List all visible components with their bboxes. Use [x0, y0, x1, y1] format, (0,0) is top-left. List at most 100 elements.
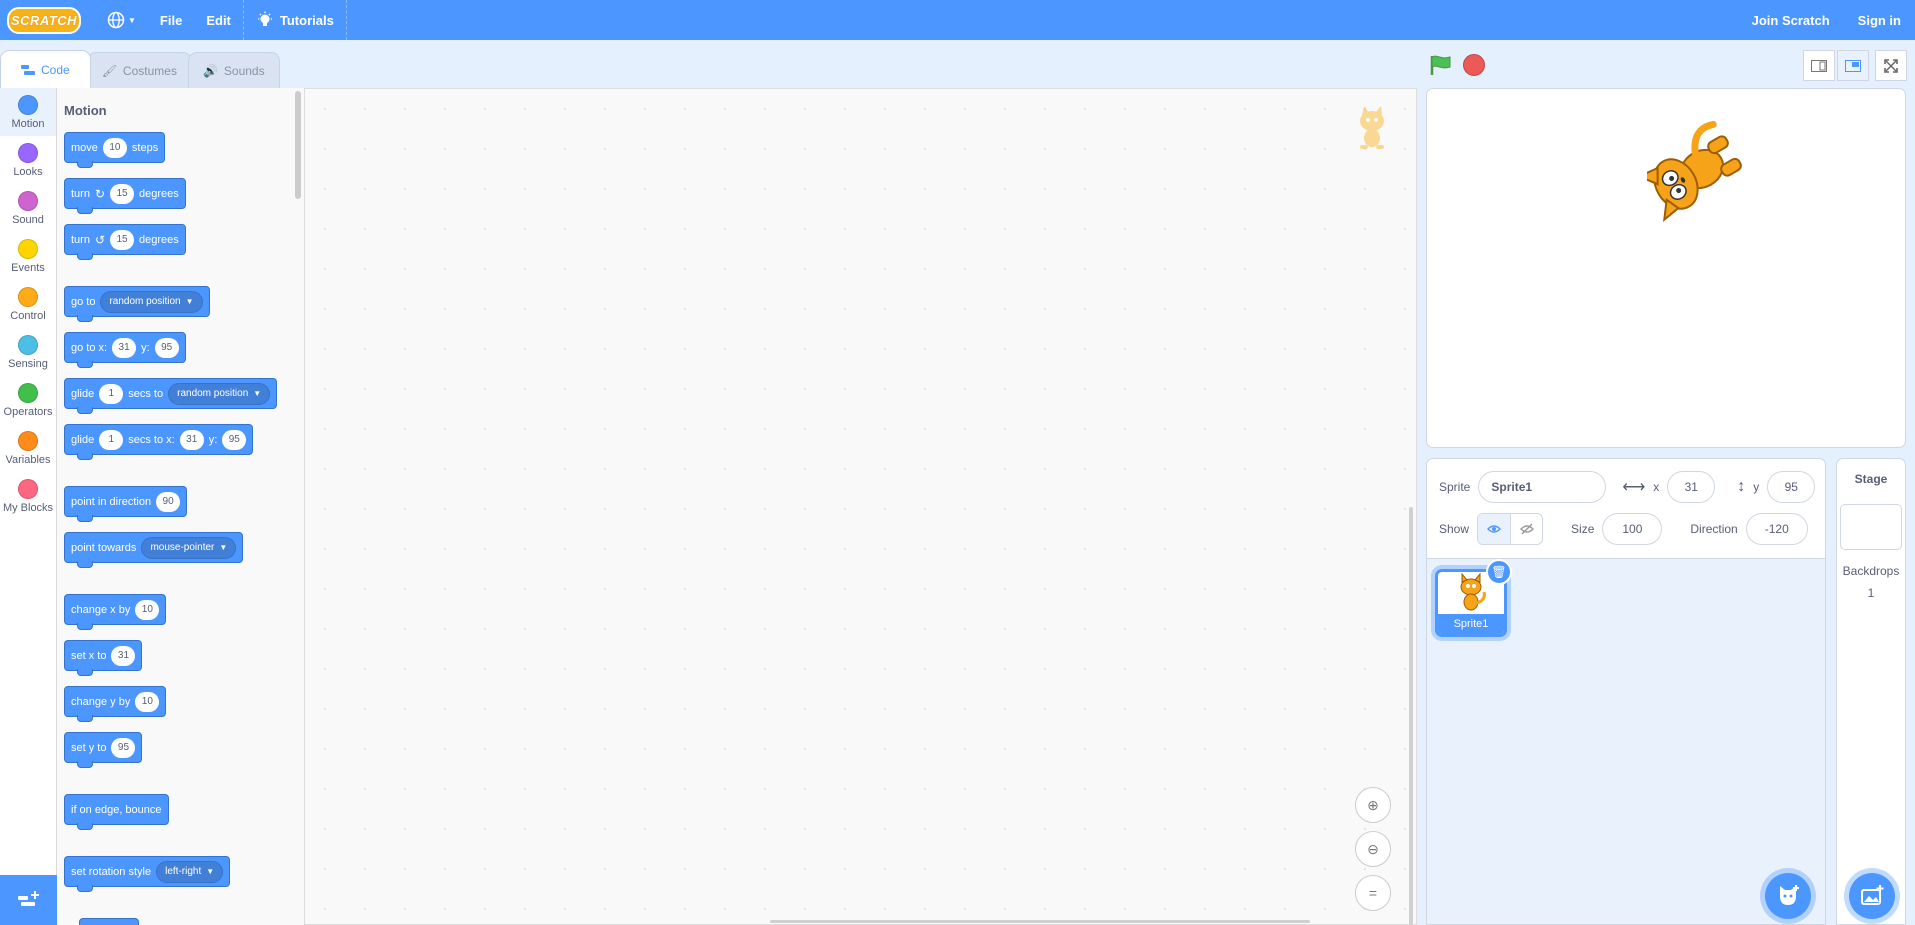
language-menu[interactable]: ▼: [95, 0, 148, 40]
category-motion[interactable]: Motion: [0, 88, 56, 136]
glide-to-xy-block[interactable]: glide 1 secs to x: 31 y: 95: [64, 424, 254, 460]
normal-stage-button[interactable]: [1837, 50, 1869, 81]
eye-slash-icon: [1519, 523, 1534, 535]
degrees-input[interactable]: 15: [110, 183, 135, 204]
block-text: steps: [131, 141, 159, 154]
change-y-input[interactable]: 10: [135, 691, 160, 712]
block-text: go to: [71, 295, 96, 308]
cat-sprite[interactable]: [1647, 111, 1757, 227]
stage-thumbnail[interactable]: [1840, 504, 1902, 550]
bounce-block[interactable]: if on edge, bounce: [64, 794, 169, 830]
block-text: point in direction: [71, 495, 152, 508]
stage-canvas[interactable]: [1426, 88, 1906, 448]
set-y-block[interactable]: set y to 95: [64, 732, 143, 768]
target-dropdown[interactable]: random position ▼: [100, 290, 203, 313]
go-to-block[interactable]: go to random position ▼: [64, 286, 210, 322]
secs-input[interactable]: 1: [99, 429, 124, 450]
delete-sprite-button[interactable]: 🗑: [1486, 559, 1512, 585]
rotate-right-icon: ↻: [94, 186, 106, 201]
choose-sprite-button[interactable]: [1765, 873, 1811, 919]
fullscreen-icon: [1884, 58, 1898, 73]
block-text: change y by: [71, 695, 131, 708]
fullscreen-button[interactable]: [1875, 50, 1907, 81]
y-input[interactable]: 95: [222, 429, 247, 450]
tutorials-button[interactable]: Tutorials: [244, 0, 346, 40]
file-menu[interactable]: File: [148, 0, 194, 40]
eye-icon: [1487, 525, 1502, 533]
visibility-toggle: [1477, 513, 1544, 545]
tab-code[interactable]: Code: [0, 50, 91, 88]
steps-input[interactable]: 10: [102, 137, 127, 158]
category-sound[interactable]: Sound: [0, 184, 56, 232]
category-events[interactable]: Events: [0, 232, 56, 280]
dropdown-value: random position: [109, 296, 181, 307]
block-text: secs to: [128, 387, 164, 400]
towards-dropdown[interactable]: mouse-pointer ▼: [141, 536, 237, 559]
tab-sounds[interactable]: 🔊 Sounds: [187, 52, 280, 88]
motion-category-dot: [18, 94, 38, 115]
zoom-reset-button[interactable]: =: [1355, 875, 1391, 911]
stage-target-pane[interactable]: Stage Backdrops 1: [1836, 458, 1906, 925]
trash-icon: 🗑: [1491, 565, 1507, 579]
category-label: Sensing: [8, 357, 48, 370]
show-sprite-button[interactable]: [1478, 514, 1511, 544]
edit-menu[interactable]: Edit: [194, 0, 243, 40]
chevron-down-icon: ▼: [219, 543, 228, 552]
x-position-field[interactable]: 31: [1667, 471, 1716, 503]
turn-left-block[interactable]: turn ↺ 15 degrees: [64, 224, 186, 260]
add-backdrop-icon: [1861, 885, 1884, 905]
set-x-block[interactable]: set x to 31: [64, 640, 143, 676]
category-label: Events: [11, 261, 45, 274]
category-my-blocks[interactable]: My Blocks: [0, 472, 56, 520]
sign-in-link[interactable]: Sign in: [1844, 0, 1915, 40]
events-category-dot: [18, 238, 38, 259]
move-steps-block[interactable]: move 10 steps: [64, 132, 166, 168]
tab-costumes[interactable]: 🖌 Costumes: [86, 52, 192, 88]
hide-sprite-button[interactable]: [1510, 514, 1542, 544]
zoom-in-button[interactable]: ⊕: [1355, 787, 1391, 823]
size-field[interactable]: 100: [1602, 513, 1663, 545]
glide-to-block[interactable]: glide 1 secs to random position ▼: [64, 378, 278, 414]
stop-button[interactable]: [1463, 54, 1485, 76]
x-input[interactable]: 31: [179, 429, 204, 450]
category-sensing[interactable]: Sensing: [0, 328, 56, 376]
direction-field[interactable]: -120: [1745, 513, 1808, 545]
go-to-xy-block[interactable]: go to x: 31 y: 95: [64, 332, 186, 368]
x-input[interactable]: 31: [112, 337, 137, 358]
zoom-out-button[interactable]: ⊖: [1355, 831, 1391, 867]
partial-block[interactable]: [79, 918, 139, 925]
scratch-logo[interactable]: SCRATCH: [7, 6, 81, 34]
choose-backdrop-button[interactable]: [1849, 873, 1895, 919]
turn-right-block[interactable]: turn ↻ 15 degrees: [64, 178, 186, 214]
palette-scrollbar[interactable]: [295, 91, 301, 199]
join-scratch-link[interactable]: Join Scratch: [1738, 0, 1844, 40]
target-dropdown[interactable]: random position ▼: [168, 382, 271, 405]
workspace-vertical-scrollbar[interactable]: [1409, 507, 1413, 925]
sprite-name-field[interactable]: Sprite1: [1478, 471, 1607, 503]
change-y-block[interactable]: change y by 10: [64, 686, 167, 722]
block-text: move: [71, 141, 98, 154]
set-rotation-style-block[interactable]: set rotation style left-right ▼: [64, 856, 231, 892]
category-variables[interactable]: Variables: [0, 424, 56, 472]
change-x-block[interactable]: change x by 10: [64, 594, 167, 630]
rotation-style-dropdown[interactable]: left-right ▼: [156, 860, 224, 883]
degrees-input[interactable]: 15: [110, 229, 135, 250]
category-looks[interactable]: Looks: [0, 136, 56, 184]
change-x-input[interactable]: 10: [135, 599, 160, 620]
green-flag-icon[interactable]: [1428, 54, 1454, 76]
point-in-direction-block[interactable]: point in direction 90: [64, 486, 188, 522]
y-position-field[interactable]: 95: [1767, 471, 1816, 503]
workspace-horizontal-scrollbar[interactable]: [770, 920, 1310, 923]
y-input[interactable]: 95: [154, 337, 179, 358]
add-extension-button[interactable]: [0, 875, 57, 925]
script-workspace[interactable]: ⊕ ⊖ =: [305, 88, 1417, 925]
dropdown-value: mouse-pointer: [150, 542, 215, 553]
small-stage-button[interactable]: [1803, 50, 1835, 81]
secs-input[interactable]: 1: [99, 383, 124, 404]
set-x-input[interactable]: 31: [111, 645, 136, 666]
point-towards-block[interactable]: point towards mouse-pointer ▼: [64, 532, 244, 568]
category-control[interactable]: Control: [0, 280, 56, 328]
set-y-input[interactable]: 95: [111, 737, 136, 758]
direction-input[interactable]: 90: [156, 491, 181, 512]
category-operators[interactable]: Operators: [0, 376, 56, 424]
